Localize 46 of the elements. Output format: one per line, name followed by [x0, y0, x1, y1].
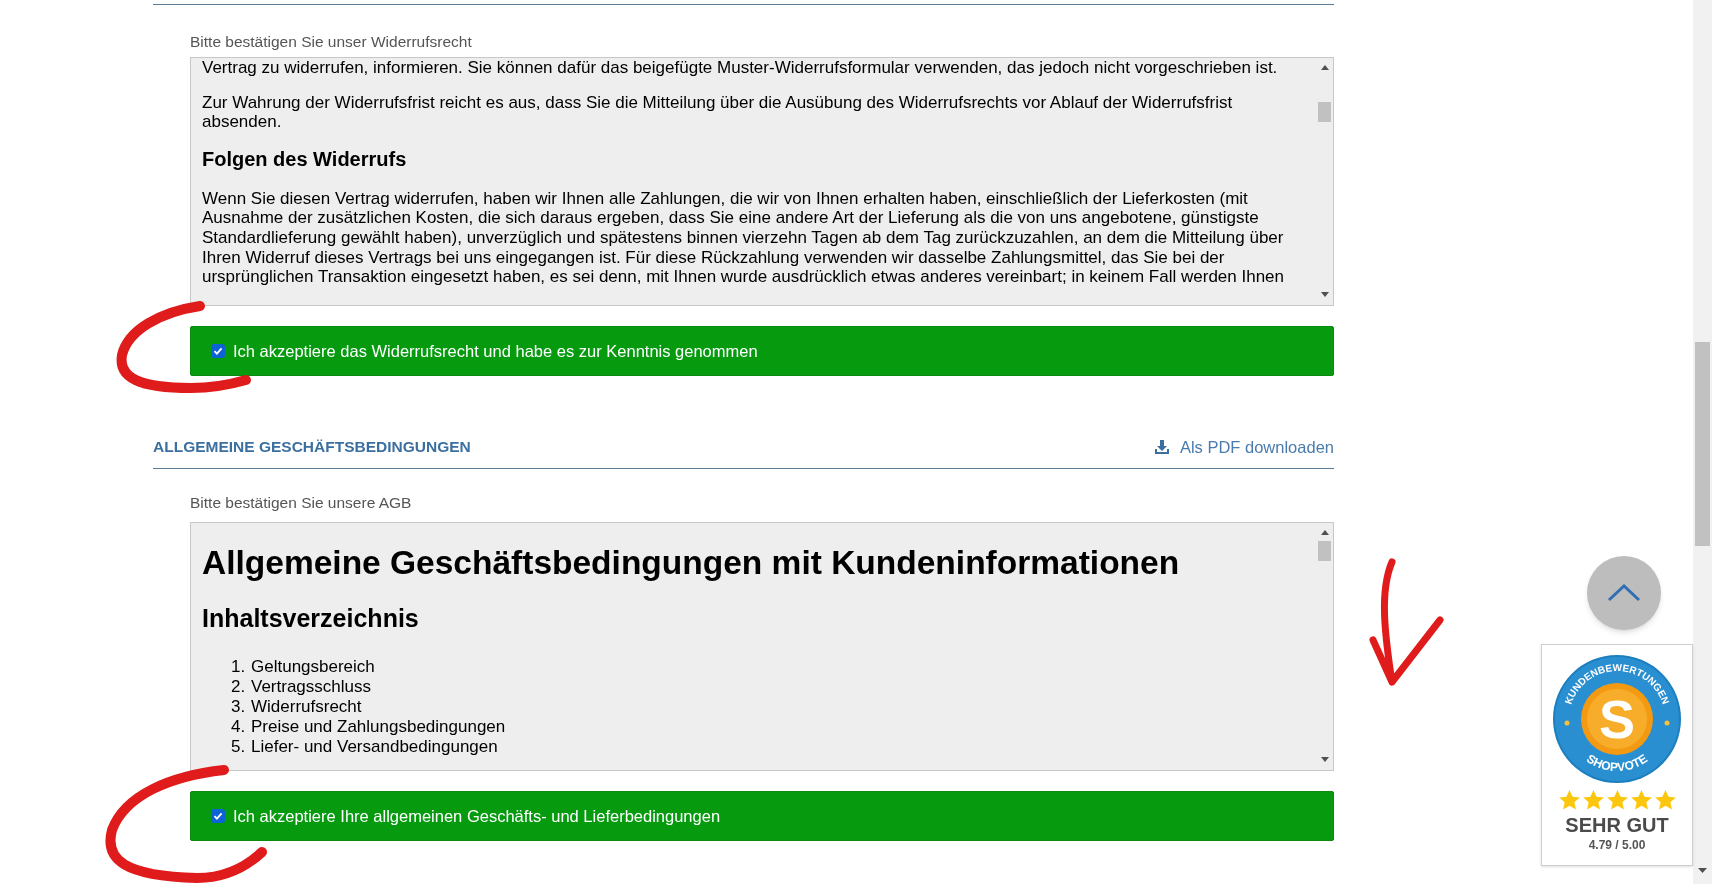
scrollbar-thumb[interactable]: [1695, 342, 1710, 546]
paragraph-text: Wenn Sie diesen Vertrag widerrufen, haben wir Ihnen alle Zahlungen, die wir von Ihnen erhalten haben, einschließlich der Lieferkosten (mit Ausnahme der zusätzlichen Kosten, die sich daraus ergeben, dass Sie eine andere Art der Lieferung als die von uns angebotene, günstigste Standardlieferung gewählt haben), unverzüglich und spätestens binnen vierzehn Tagen ab dem Tag zurückzuzahlen, an dem die Mitteilung über Ihren Widerruf dieses Vertrags bei uns eingegangen ist. Für diese Rückzahlung verwenden wir dasselbe Zahlungsmittel, das Sie bei der ursprünglichen Transaktion eingesetzt haben, es sei denn, mit Ihnen wurde ausdrücklich etwas anderes vereinbart; in keinem Fall werden Ihnen: [202, 188, 1285, 287]
heading-text: Folgen des Widerrufs: [202, 146, 408, 171]
consent-label: Ich akzeptiere Ihre allgemeinen Geschäfts- und Lieferbedingungen: [233, 805, 721, 827]
list-item-text: Widerrufsrecht: [251, 697, 362, 717]
list-number: 5.: [231, 737, 247, 757]
document-title: Allgemeine Geschäftsbedingungen mit Kundeninformationen: [202, 543, 1181, 583]
star-icon: [1581, 789, 1605, 811]
list-number: 3.: [231, 697, 247, 717]
scroll-down-arrow-icon[interactable]: [1321, 757, 1329, 762]
scroll-up-arrow-icon[interactable]: [1321, 65, 1329, 70]
star-icon: [1605, 789, 1629, 811]
scroll-to-top-button[interactable]: [1587, 556, 1661, 630]
prompt-text: Bitte bestätigen Sie unsere AGB: [190, 493, 413, 513]
list-number: 1.: [231, 657, 247, 677]
paragraph-text: Zur Wahrung der Widerrufsfrist reicht es aus, dass Sie die Mitteilung über die Ausübung des Widerrufsrechts vor Ablauf der Widerrufsfrist absenden.: [202, 92, 1234, 132]
list-item-text: Liefer- und Versandbedingungen: [251, 737, 498, 757]
list-number: 2.: [231, 677, 247, 697]
list-number: 4.: [231, 717, 247, 737]
checkbox[interactable]: [211, 344, 225, 358]
checkbox[interactable]: [211, 809, 225, 823]
star-icon: [1629, 789, 1653, 811]
scrollbar-thumb[interactable]: [1318, 541, 1331, 561]
list-item-text: Vertragsschluss: [251, 677, 371, 697]
list-item-text: Preise und Zahlungsbedingungen: [251, 717, 506, 737]
seal-arc-text: SHOPVOTE: [1584, 751, 1650, 775]
star-icon: [1653, 789, 1677, 811]
consent-label: Ich akzeptiere das Widerrufsrecht und habe es zur Kenntnis genommen: [233, 340, 758, 362]
heading-text: Inhaltsverzeichnis: [202, 603, 420, 633]
download-link[interactable]: Als PDF downloaden: [1153, 434, 1334, 460]
scroll-down-arrow-icon[interactable]: [1698, 868, 1707, 874]
scrollbar-thumb[interactable]: [1318, 102, 1331, 122]
scroll-down-arrow-icon[interactable]: [1321, 292, 1329, 297]
chevron-up-icon: [1607, 584, 1641, 602]
rating-score: 4.79 / 5.00: [1588, 837, 1646, 853]
prompt-text: Bitte bestätigen Sie unser Widerrufsrecht: [190, 32, 473, 52]
text-area[interactable]: Allgemeine Geschäftsbedingungen mit Kundeninformationen Inhaltsverzeichnis 1. Geltungsbereich 2. Vertragsschluss 3. Widerrufsrecht 4. Preise und Zahlungsbedingungen 5. Liefer- und Versandbedingungen: [190, 522, 1334, 771]
download-icon: [1153, 439, 1170, 455]
scroll-up-arrow-icon[interactable]: [1321, 530, 1329, 535]
text-area[interactable]: [190, 57, 1334, 306]
paragraph-text: Vertrag zu widerrufen, informieren. Sie können dafür das beigefügte Muster-Widerrufsformular verwenden, das jedoch nicht vorgeschrieben ist.: [202, 58, 1279, 78]
rating-verdict: SEHR GUT: [1565, 813, 1669, 837]
list-item-text: Geltungsbereich: [251, 657, 375, 677]
page-scrollbar[interactable]: [1693, 0, 1712, 884]
section-title: ALLGEMEINE GESCHÄFTSBEDINGUNGEN: [153, 437, 471, 458]
star-icon: [1557, 789, 1581, 811]
